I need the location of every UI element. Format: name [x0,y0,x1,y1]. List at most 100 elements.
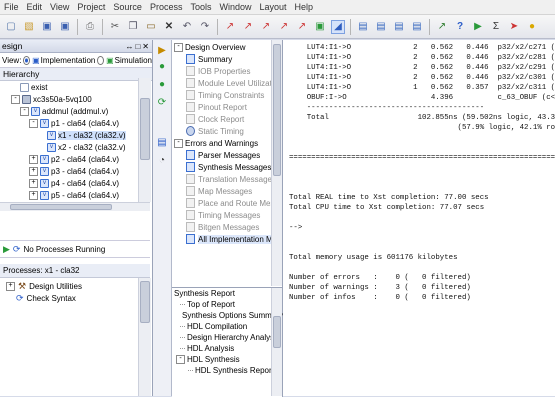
simulation-radio[interactable] [97,55,105,65]
hierarchy-hscrollbar[interactable] [0,202,150,211]
process-item[interactable]: ⟳ Check Syntax [0,292,150,304]
design-summary-item[interactable]: Timing Constraints [172,89,272,101]
expand-icon[interactable]: + [29,190,38,200]
print-icon[interactable]: ⎙ [83,20,97,34]
lightbulb-icon[interactable]: ● [525,20,539,34]
close-icon[interactable]: ✕ [142,42,149,51]
window-layout-4-icon[interactable]: ▤ [410,20,424,34]
design-summary-scrollbar[interactable] [271,40,282,286]
hierarchy-item[interactable]: + v p2 - cla64 (cla64.v) [0,153,138,165]
design-summary-item[interactable]: Module Level Utilization [172,77,272,89]
place-route-icon[interactable]: ▣ [313,20,327,34]
hierarchy-scrollbar-thumb[interactable] [140,98,150,160]
design-summary-item[interactable]: Place and Route Messages [172,197,272,209]
synthesis-report-item[interactable]: Top of Report [172,299,282,310]
synthesis-report-item[interactable]: Synthesis Options Summary [172,310,283,321]
design-summary-item[interactable]: Translation Messages [172,173,272,185]
design-summary-item[interactable]: Summary [172,53,272,65]
design-summary-item[interactable]: Map Messages [172,185,272,197]
pin-icon[interactable]: ➤ [507,20,521,34]
run-all-icon[interactable]: ↗ [223,20,237,34]
view-layout-icon[interactable]: ◢ [331,19,345,34]
design-summary-item[interactable]: Parser Messages [172,149,272,161]
translate-icon[interactable]: ↗ [277,20,291,34]
window-layout-2-icon[interactable]: ▤ [374,20,388,34]
process-scrollbar[interactable] [138,278,151,396]
open-file-icon[interactable]: ▧ [22,20,36,34]
design-summary-item[interactable]: Pinout Report [172,101,272,113]
menu-source[interactable]: Source [109,2,146,12]
hierarchy-scrollbar[interactable] [138,78,151,202]
design-summary-scrollbar-thumb[interactable] [273,44,281,176]
collapse-icon[interactable]: - [174,42,183,52]
hierarchy-item[interactable]: exist [0,81,138,93]
design-summary-item[interactable]: Static Timing [172,125,272,137]
redo-icon[interactable]: ↷ [198,20,212,34]
menu-edit[interactable]: Edit [23,2,47,12]
design-summary-item[interactable]: - Design Overview [172,41,272,53]
menu-project[interactable]: Project [73,2,109,12]
design-summary-item[interactable]: Synthesis Messages [172,161,272,173]
save-icon[interactable]: ▣ [40,20,54,34]
synthesize-icon[interactable]: ↗ [259,20,273,34]
sigma-icon[interactable]: Σ [489,20,503,34]
design-summary-item[interactable]: Clock Report [172,113,272,125]
hierarchy-item[interactable]: - v p1 - cla64 (cla64.v) [0,117,138,129]
expand-icon[interactable]: + [29,178,38,188]
binoculars-icon[interactable]: ◔ [156,154,168,166]
hierarchy-item[interactable]: - xc3s50a-5vq100 [0,93,138,105]
process-scrollbar-thumb[interactable] [140,281,150,323]
paste-icon[interactable]: ▭ [144,20,158,34]
float-icon[interactable]: ↔ [125,42,133,51]
hierarchy-item[interactable]: + v p5 - cla64 (cla64.v) [0,189,138,201]
hierarchy-item[interactable]: v x2 - cla32 (cla32.v) [0,141,138,153]
expand-icon[interactable]: + [29,154,38,164]
synthesis-report-title[interactable]: Synthesis Report [172,288,282,299]
implement-icon[interactable]: ↗ [241,20,255,34]
synthesis-report-item[interactable]: HDL Synthesis Report [172,365,282,376]
synthesis-report-scrollbar-thumb[interactable] [273,316,281,348]
report-viewer[interactable]: LUT4:I1->O 2 0.562 0.446 p32/x2/c271 (p3… [283,40,555,396]
hierarchy-item[interactable]: + v p4 - cla64 (cla64.v) [0,177,138,189]
menu-file[interactable]: File [0,2,23,12]
design-summary-item[interactable]: - Errors and Warnings [172,137,272,149]
copy-icon[interactable]: ❐ [126,20,140,34]
design-summary-item[interactable]: Timing Messages [172,209,272,221]
menu-help[interactable]: Help [291,2,318,12]
synthesis-report-item[interactable]: - HDL Synthesis [172,354,282,365]
design-summary-item[interactable]: Bitgen Messages [172,221,272,233]
synthesis-report-item[interactable]: HDL Analysis [172,343,282,354]
hierarchy-item[interactable]: - v addmul (addmul.v) [0,105,138,117]
window-layout-icon[interactable]: ▤ [356,20,370,34]
hierarchy-item[interactable]: v x1 - cla32 (cla32.v) [0,129,138,141]
implementation-radio[interactable] [23,55,31,65]
menu-layout[interactable]: Layout [255,2,290,12]
menu-window[interactable]: Window [215,2,255,12]
save-all-icon[interactable]: ▣ [58,20,72,34]
cut-icon[interactable]: ✂ [108,20,122,34]
design-goals-icon[interactable]: ↗ [435,20,449,34]
expand-icon[interactable]: + [6,281,15,291]
design-summary-item[interactable]: All Implementation Messages [172,233,272,245]
window-layout-3-icon[interactable]: ▤ [392,20,406,34]
collapse-icon[interactable]: - [174,138,183,148]
rerun-icon[interactable]: ⟳ [156,96,168,108]
collapse-icon[interactable]: ▶ [156,44,168,56]
menu-process[interactable]: Process [146,2,187,12]
collapse-icon[interactable]: - [11,94,20,104]
design-summary-item[interactable]: IOB Properties [172,65,272,77]
implementation-label[interactable]: Implementation [41,56,96,65]
synthesis-report-item[interactable]: Design Hierarchy Analysis [172,332,282,343]
view-hierarchy-icon[interactable]: ▤ [156,136,168,148]
menu-view[interactable]: View [46,2,73,12]
collapse-icon[interactable]: - [20,106,29,116]
collapse-icon[interactable]: - [176,355,185,364]
collapse-icon[interactable]: - [29,118,38,128]
menu-tools[interactable]: Tools [186,2,215,12]
restore-icon[interactable]: □ [135,42,140,51]
synthesis-report-item[interactable]: HDL Compilation [172,321,282,332]
run-green-icon[interactable]: ● [156,60,168,72]
new-file-icon[interactable]: ▢ [4,20,18,34]
help-context-icon[interactable]: ? [453,20,467,34]
undo-icon[interactable]: ↶ [180,20,194,34]
